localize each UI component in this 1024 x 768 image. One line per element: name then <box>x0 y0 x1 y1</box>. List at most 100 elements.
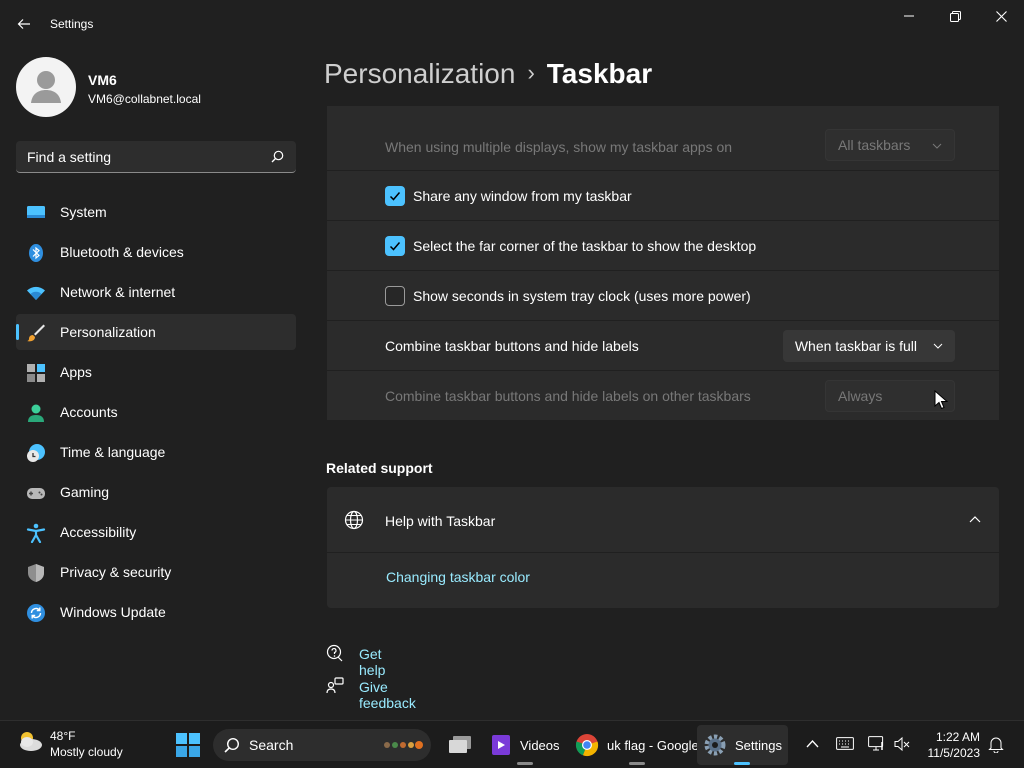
setting-row-show-seconds: Show seconds in system tray clock (uses … <box>327 271 999 321</box>
running-indicator <box>516 762 533 765</box>
taskbar-app-label: uk flag - Google <box>607 737 699 753</box>
sidebar-item-network[interactable]: Network & internet <box>16 274 296 310</box>
dropdown-value: Always <box>838 388 883 404</box>
title-bar: Settings <box>0 0 1024 48</box>
taskbar-app-label: Videos <box>520 737 560 753</box>
help-with-taskbar-content: Changing taskbar color <box>327 553 999 608</box>
get-help-label: Get help <box>359 646 386 678</box>
search-input[interactable]: Find a setting <box>16 141 296 173</box>
taskbar-app-settings[interactable]: Settings <box>697 725 788 765</box>
sidebar-item-windows-update[interactable]: Windows Update <box>16 594 296 630</box>
brush-icon <box>27 324 45 342</box>
checkmark-icon <box>389 192 401 201</box>
dropdown-value: When taskbar is full <box>794 338 917 354</box>
chrome-icon <box>575 734 599 757</box>
sidebar-item-personalization[interactable]: Personalization <box>16 314 296 350</box>
user-name: VM6 <box>88 72 117 88</box>
combine-buttons-dropdown[interactable]: When taskbar is full <box>782 330 955 362</box>
chevron-up-icon <box>969 516 981 523</box>
weather-widget[interactable]: 48°F Mostly cloudy <box>16 729 123 759</box>
sidebar-item-label: Windows Update <box>60 604 166 620</box>
back-button[interactable] <box>10 10 38 38</box>
setting-row-multiple-displays: When using multiple displays, show my ta… <box>327 106 999 171</box>
chevron-down-icon <box>933 343 943 349</box>
setting-label: Share any window from my taskbar <box>413 188 632 204</box>
sidebar-item-label: Privacy & security <box>60 564 172 580</box>
running-indicator <box>734 762 751 765</box>
shield-icon <box>28 564 44 582</box>
accessibility-icon <box>26 523 46 543</box>
sidebar-item-gaming[interactable]: Gaming <box>16 474 296 510</box>
minimize-button[interactable] <box>886 0 932 32</box>
sidebar-item-accessibility[interactable]: Accessibility <box>16 514 296 550</box>
wifi-icon <box>27 286 45 300</box>
taskbar-clock[interactable]: 1:22 AM 11/5/2023 <box>918 729 981 761</box>
weather-description: Mostly cloudy <box>50 745 123 759</box>
share-window-checkbox[interactable] <box>385 186 405 206</box>
setting-label: When using multiple displays, show my ta… <box>385 139 733 155</box>
mouse-cursor-icon <box>934 390 948 410</box>
sidebar-item-label: Network & internet <box>60 284 176 300</box>
search-highlight-icon <box>384 741 423 749</box>
sidebar-item-label: Accounts <box>60 404 118 420</box>
taskbar-app-videos[interactable]: Videos <box>484 725 566 765</box>
breadcrumb-parent[interactable]: Personalization <box>324 58 515 89</box>
sidebar-item-apps[interactable]: Apps <box>16 354 296 390</box>
minimize-icon <box>904 15 914 17</box>
breadcrumb: Personalization › Taskbar <box>324 58 652 90</box>
volume-muted-icon[interactable] <box>894 736 910 752</box>
user-email: VM6@collabnet.local <box>88 92 201 106</box>
restore-button[interactable] <box>932 0 978 32</box>
globe-icon <box>344 510 364 530</box>
clock-date: 11/5/2023 <box>927 746 981 760</box>
close-button[interactable] <box>978 0 1024 32</box>
feedback-icon <box>326 677 344 694</box>
sidebar-item-label: Gaming <box>60 484 110 500</box>
related-support-card: Help with Taskbar Changing taskbar color <box>327 487 999 608</box>
search-placeholder: Find a setting <box>27 149 112 165</box>
search-icon <box>271 150 284 163</box>
give-feedback-label: Give feedback <box>359 679 416 711</box>
show-seconds-checkbox[interactable] <box>385 286 405 306</box>
close-icon <box>995 10 1007 22</box>
sidebar-item-label: Time & language <box>60 444 166 460</box>
task-view-icon <box>449 736 471 753</box>
videos-icon <box>492 735 510 755</box>
setting-row-share-window: Share any window from my taskbar <box>327 171 999 221</box>
taskbar-search-box[interactable]: Search <box>213 729 431 761</box>
sidebar-item-label: Personalization <box>60 324 156 340</box>
notification-bell-icon[interactable] <box>988 736 1004 753</box>
far-corner-checkbox[interactable] <box>385 236 405 256</box>
sidebar-nav: System Bluetooth & devices Network & int… <box>16 194 296 634</box>
update-icon <box>27 604 45 622</box>
task-view-button[interactable] <box>441 725 479 765</box>
setting-row-combine: Combine taskbar buttons and hide labels … <box>327 321 999 371</box>
user-profile[interactable]: VM6 VM6@collabnet.local <box>16 57 296 117</box>
taskbar-app-chrome[interactable]: uk flag - Google <box>569 725 705 765</box>
multiple-displays-dropdown[interactable]: All taskbars <box>825 129 955 161</box>
sidebar-item-privacy[interactable]: Privacy & security <box>16 554 296 590</box>
show-hidden-icons-chevron-icon[interactable] <box>806 739 819 748</box>
sidebar-item-label: System <box>60 204 107 220</box>
sidebar-item-accounts[interactable]: Accounts <box>16 394 296 430</box>
sidebar-item-system[interactable]: System <box>16 194 296 230</box>
person-icon <box>31 71 61 103</box>
dropdown-value: All taskbars <box>838 137 911 153</box>
sidebar-item-time-language[interactable]: Time & language <box>16 434 296 470</box>
page-title: Taskbar <box>546 58 653 89</box>
setting-row-far-corner: Select the far corner of the taskbar to … <box>327 221 999 271</box>
gaming-icon <box>27 488 45 499</box>
keyboard-icon[interactable] <box>836 737 854 750</box>
search-icon <box>224 737 240 753</box>
network-icon[interactable] <box>868 736 886 751</box>
sidebar-item-bluetooth[interactable]: Bluetooth & devices <box>16 234 296 270</box>
setting-label: Combine taskbar buttons and hide labels <box>385 338 639 354</box>
time-language-icon <box>27 444 45 462</box>
taskbar-search-label: Search <box>249 737 294 753</box>
help-with-taskbar-expander[interactable]: Help with Taskbar <box>327 487 999 553</box>
checkmark-icon <box>389 242 401 251</box>
related-support-heading: Related support <box>326 460 433 476</box>
changing-taskbar-color-link[interactable]: Changing taskbar color <box>386 569 530 585</box>
windows-start-icon[interactable] <box>176 733 200 757</box>
running-indicator <box>628 762 645 765</box>
